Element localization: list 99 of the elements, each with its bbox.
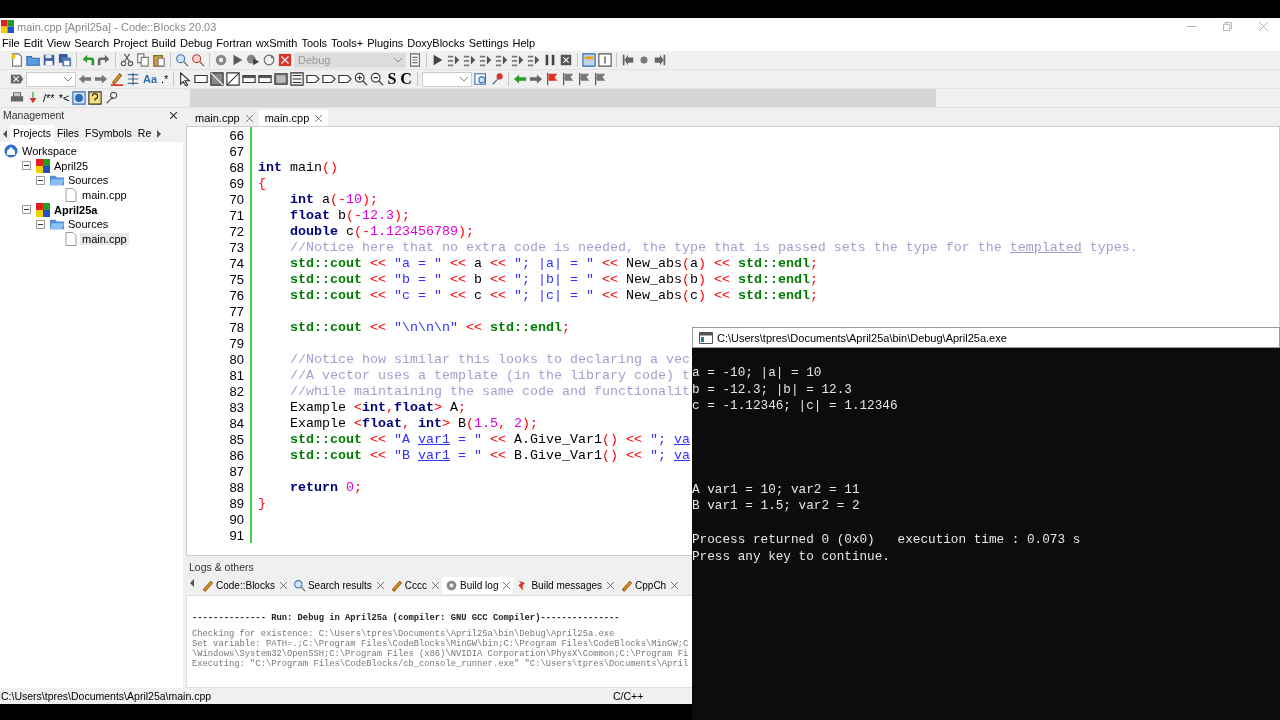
- line-number: 88: [228, 479, 244, 495]
- line-number: 70: [228, 191, 244, 207]
- line-number: 67: [228, 143, 244, 159]
- console-output-line: a = -10; |a| = 10: [692, 365, 823, 382]
- code-line: Example <int,float> A;: [289, 399, 466, 415]
- line-number: 75: [228, 271, 244, 287]
- line-number: 72: [228, 223, 244, 239]
- tree-item[interactable]: April25: [52, 159, 91, 172]
- line-number: 74: [228, 255, 244, 271]
- panel-tab[interactable]: Projects: [10, 125, 54, 142]
- log-line: Executing: "C:\Program Files\CodeBlocks/cb_console_runner.exe" "C:\Users\tpres\Documents\April: [192, 659, 690, 669]
- log-tab[interactable]: CppCh: [617, 576, 682, 594]
- menu-item[interactable]: View: [46, 37, 71, 49]
- menu-item[interactable]: DoxyBlocks: [407, 37, 465, 49]
- line-number: 90: [228, 511, 244, 527]
- line-number: 73: [228, 239, 244, 255]
- line-number: 91: [228, 527, 244, 543]
- code-line: {: [258, 175, 266, 191]
- menu-item[interactable]: Tools+: [331, 37, 364, 49]
- log-tab[interactable]: Build messages: [513, 576, 618, 594]
- toolbar-button[interactable]: *<: [57, 92, 71, 104]
- tree-item[interactable]: Sources: [66, 218, 111, 231]
- menu-item[interactable]: Fortran: [216, 37, 252, 49]
- code-line: //Notice how similar this looks to declaring a vec: [289, 351, 690, 367]
- code-line: std::cout << "\n\n\n" << std::endl;: [289, 319, 570, 335]
- toolbar-button[interactable]: S: [386, 70, 398, 88]
- code-line: std::cout << "B var1 = " << B.Give_Var1() << "; va: [289, 447, 690, 463]
- toolbar-button[interactable]: Aa: [142, 73, 159, 85]
- code-line: return 0;: [289, 479, 362, 495]
- code-line: //Notice here that no extra code is needed, the type that is passed sets the type for the templated types.: [289, 239, 1138, 255]
- tree-item[interactable]: Sources: [66, 174, 111, 187]
- tree-item[interactable]: main.cpp: [80, 189, 129, 202]
- editor-tab[interactable]: main.cpp: [258, 110, 329, 126]
- log-tab[interactable]: Code::Blocks: [198, 576, 290, 594]
- menu-item[interactable]: Debug: [179, 37, 213, 49]
- line-number: 66: [228, 127, 244, 143]
- menu-item[interactable]: File: [2, 37, 20, 49]
- log-tab[interactable]: Cccc: [386, 576, 443, 594]
- toolbar-button[interactable]: /**: [42, 92, 56, 104]
- tree-item[interactable]: April25a: [52, 203, 100, 216]
- console-output-line: c = -1.12346; |c| = 1.12346: [692, 398, 899, 415]
- menu-item[interactable]: Tools: [301, 37, 328, 49]
- line-number: 86: [228, 447, 244, 463]
- line-number: 83: [228, 399, 244, 415]
- line-number: 78: [228, 319, 244, 335]
- console-output-line: Press any key to continue.: [692, 548, 891, 566]
- menu-item[interactable]: Plugins: [367, 37, 404, 49]
- status-language: C/C++: [613, 690, 644, 702]
- log-line: Checking for existence: C:\Users\tpres\Documents\April25a\bin\Debug\April25a.exe: [192, 629, 616, 639]
- line-number: 81: [228, 367, 244, 383]
- status-file-path: C:\Users\tpres\Documents\April25a\main.cpp: [1, 690, 213, 702]
- line-number: 89: [228, 495, 244, 511]
- panel-title: Management: [3, 109, 65, 121]
- log-tab[interactable]: Build log: [442, 576, 514, 594]
- log-line: -------------- Run: Debug in April25a (compiler: GNU GCC Compiler)---------------: [192, 613, 621, 623]
- console-output-line: A var1 = 10; var2 = 11: [692, 481, 861, 499]
- panel-title: Logs & others: [188, 561, 255, 575]
- code-line: std::cout << "c = " << c << "; |c| = " << New_abs(c) << std::endl;: [289, 287, 818, 303]
- line-number: 85: [228, 431, 244, 447]
- window-title: main.cpp [April25a] - Code::Blocks 20.03: [17, 20, 217, 33]
- menu-item[interactable]: Settings: [468, 37, 509, 49]
- menu-item[interactable]: Edit: [23, 37, 43, 49]
- menu-item[interactable]: wxSmith: [255, 37, 298, 49]
- console-output-line: Process returned 0 (0x0) execution time : 0.073 s: [692, 531, 1082, 549]
- line-number: 84: [228, 415, 244, 431]
- code-line: double c(-1.123456789);: [289, 223, 474, 239]
- code-line: //A vector uses a template (in the library code) t: [289, 367, 690, 383]
- line-number: 69: [228, 175, 244, 191]
- code-line: std::cout << "b = " << b << "; |b| = " << New_abs(b) << std::endl;: [289, 271, 818, 287]
- console-output-line: b = -12.3; |b| = 12.3: [692, 381, 853, 399]
- code-line: //while maintaining the same code and functionalit: [289, 383, 690, 399]
- code-line: float b(-12.3);: [289, 207, 410, 223]
- toolbar-button[interactable]: C: [399, 70, 413, 88]
- menu-item[interactable]: Search: [74, 37, 110, 49]
- code-line: std::cout << "a = " << a << "; |a| = " << New_abs(a) << std::endl;: [289, 255, 818, 271]
- code-line: }: [258, 495, 266, 511]
- console-title: C:\Users\tpres\Documents\April25a\bin\Debug\April25a.exe: [717, 331, 1007, 344]
- line-number: 71: [228, 207, 244, 223]
- console-output-line: B var1 = 1.5; var2 = 2: [692, 498, 861, 515]
- code-line: int main(): [258, 159, 338, 175]
- tree-item[interactable]: Workspace: [20, 145, 79, 158]
- line-number: 80: [228, 351, 244, 367]
- line-number: 68: [228, 159, 244, 175]
- code-line: std::cout << "A var1 = " << A.Give_Var1() << "; va: [289, 431, 690, 447]
- log-tab[interactable]: Search results: [289, 576, 387, 594]
- log-line: \Windows\System32\OpenSSH;C:\Program Files (x86)\NVIDIA Corporation\PhysX\Common;C:\Program Fi: [192, 649, 690, 659]
- tree-item[interactable]: main.cpp: [80, 232, 129, 245]
- toolbar-button[interactable]: .*: [160, 73, 170, 85]
- line-number: 76: [228, 287, 244, 303]
- log-line: Set variable: PATH=.;C:\Program Files\CodeBlocks\MinGW\bin;C:\Program Files\CodeBlocks\MinGW;C: [192, 639, 690, 649]
- line-number: 87: [228, 463, 244, 479]
- line-number: 82: [228, 383, 244, 399]
- code-line: int a(-10);: [289, 191, 378, 207]
- menu-item[interactable]: Build: [151, 37, 176, 49]
- code-line: Example <float, int> B(1.5, 2);: [289, 415, 538, 431]
- line-number: 79: [228, 335, 244, 351]
- menu-item[interactable]: Project: [113, 37, 148, 49]
- menu-item[interactable]: Help: [512, 37, 536, 49]
- line-number: 77: [228, 303, 244, 319]
